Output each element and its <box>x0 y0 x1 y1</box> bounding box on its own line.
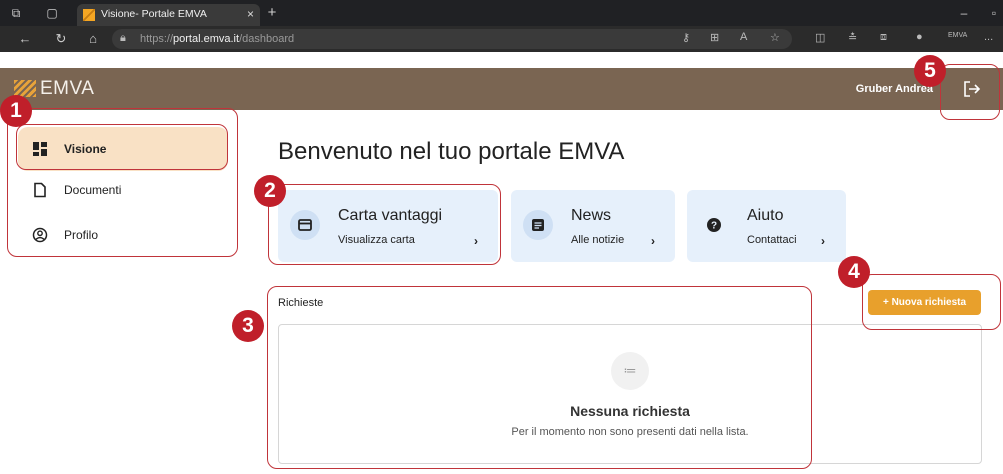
extension-label[interactable]: EMVA <box>948 32 967 39</box>
card-icon <box>290 210 320 240</box>
card-news[interactable]: News Alle notizie › <box>511 190 675 262</box>
sidebar-item-label: Profilo <box>64 228 99 242</box>
requests-label: Richieste <box>278 297 324 309</box>
refresh-icon[interactable]: ↻ <box>52 30 70 48</box>
new-request-button[interactable]: + Nuova richiesta <box>868 290 981 315</box>
split-screen-icon[interactable]: ◫ <box>815 31 825 44</box>
read-aloud-icon[interactable]: A <box>740 31 747 43</box>
logo-text: EMVA <box>40 78 95 99</box>
chevron-right-icon: › <box>474 234 478 248</box>
browser-address-bar: ← ↻ ⌂ 🔒︎ https://portal.emva.it/dashboar… <box>0 26 1003 52</box>
annotation-badge-2: 2 <box>254 175 286 207</box>
sidebar-item-documenti[interactable]: Documenti <box>18 168 228 212</box>
annotation-badge-1: 1 <box>0 95 32 127</box>
help-icon: ? <box>699 210 729 240</box>
annotation-badge-4: 4 <box>838 256 870 288</box>
chevron-right-icon: › <box>821 234 825 248</box>
requests-list: ≔ Nessuna richiesta Per il momento non s… <box>278 324 982 464</box>
sidebar: Visione Documenti Profilo <box>0 110 240 474</box>
card-title: Aiuto <box>747 207 784 224</box>
close-tab-icon[interactable]: × <box>247 7 254 21</box>
tab-actions-icon[interactable]: ▢ <box>44 5 60 21</box>
card-aiuto[interactable]: ? Aiuto Contattaci › <box>687 190 846 262</box>
browser-tab[interactable]: Visione- Portale EMVA × <box>77 4 260 26</box>
document-icon <box>34 182 46 198</box>
empty-state-subtitle: Per il momento non sono presenti dati ne… <box>511 426 749 438</box>
card-subtitle: Alle notizie <box>571 234 625 246</box>
back-icon[interactable]: ← <box>16 30 34 48</box>
browser-tab-bar: ⧉ ▢ Visione- Portale EMVA × + – ▫ <box>0 0 1003 26</box>
page-title: Benvenuto nel tuo portale EMVA <box>278 138 625 165</box>
annotation-badge-3: 3 <box>232 310 264 342</box>
sidebar-item-visione[interactable]: Visione <box>18 127 228 171</box>
tab-title: Visione- Portale EMVA <box>101 8 207 20</box>
app-header: EMVA Gruber Andrea <box>0 68 1003 110</box>
card-subtitle: Contattaci <box>747 234 797 246</box>
new-tab-icon[interactable]: + <box>264 5 280 21</box>
home-icon[interactable]: ⌂ <box>84 30 102 48</box>
more-menu-icon[interactable]: ... <box>984 31 993 43</box>
dashboard-icon <box>33 142 47 156</box>
favorites-bar-icon[interactable]: ≛ <box>848 31 857 44</box>
url-text: https://portal.emva.it/dashboard <box>140 33 295 45</box>
empty-state-title: Nessuna richiesta <box>570 403 690 419</box>
list-icon: ≔ <box>611 352 649 390</box>
news-icon <box>523 210 553 240</box>
card-title: News <box>571 207 612 224</box>
collections-icon[interactable]: ⧈ <box>880 31 887 44</box>
card-subtitle: Visualizza carta <box>338 234 415 246</box>
profile-avatar-icon[interactable]: ● <box>916 31 923 43</box>
sidebar-item-label: Documenti <box>64 183 122 197</box>
logout-icon[interactable] <box>963 80 981 98</box>
sidebar-item-label: Visione <box>64 142 107 156</box>
chevron-right-icon: › <box>651 234 655 248</box>
key-icon[interactable]: ⚷ <box>682 31 690 44</box>
profile-icon <box>32 227 48 243</box>
maximize-icon[interactable]: ▫ <box>986 5 1002 21</box>
svg-text:?: ? <box>711 221 717 232</box>
workspaces-icon[interactable]: ⧉ <box>8 5 24 21</box>
minimize-icon[interactable]: – <box>956 5 972 21</box>
favorite-icon[interactable]: ☆ <box>770 31 780 44</box>
emva-favicon <box>83 9 95 21</box>
lock-icon: 🔒︎ <box>120 32 126 44</box>
app-available-icon[interactable]: ⊞ <box>710 31 719 44</box>
annotation-badge-5: 5 <box>914 55 946 87</box>
card-title: Carta vantaggi <box>338 207 443 224</box>
card-carta-vantaggi[interactable]: Carta vantaggi Visualizza carta › <box>278 190 498 262</box>
sidebar-item-profilo[interactable]: Profilo <box>18 213 228 257</box>
